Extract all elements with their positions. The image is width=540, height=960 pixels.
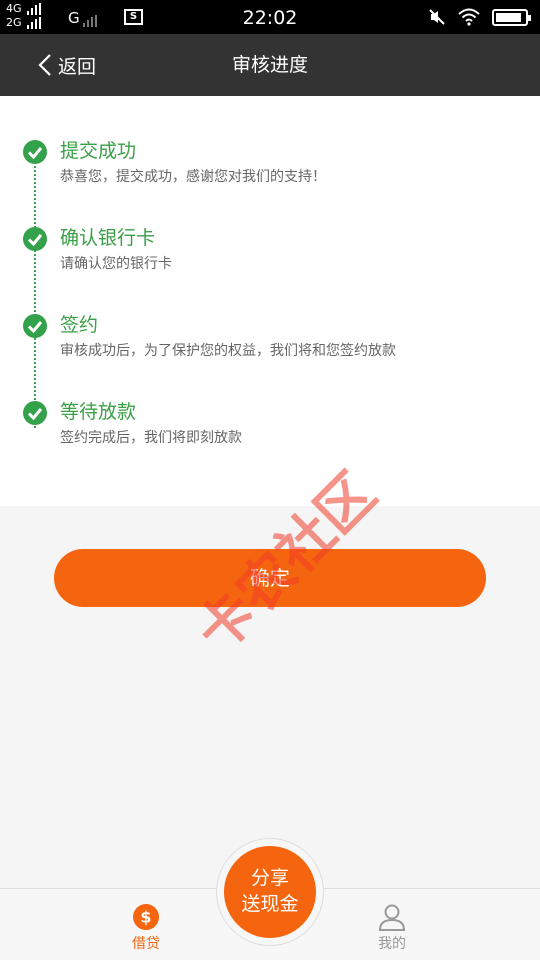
progress-steps: 提交成功 恭喜您，提交成功，感谢您对我们的支持！ 确认银行卡 请确认您的银行卡 … (0, 96, 540, 506)
nav-label-mine: 我的 (378, 936, 406, 952)
back-button[interactable]: 返回 (38, 34, 96, 96)
step-title: 提交成功 (60, 140, 137, 162)
check-icon (23, 227, 47, 251)
chevron-left-icon (38, 54, 51, 76)
status-bar: 4G 2G G S 22:02 (0, 0, 540, 34)
step-title: 确认银行卡 (60, 227, 156, 249)
confirm-button[interactable]: 确定 (54, 549, 486, 607)
nav-item-loans[interactable]: $ 借贷 (86, 889, 206, 960)
timeline-line (34, 166, 36, 428)
step-desc: 请确认您的银行卡 (60, 256, 172, 272)
back-label: 返回 (58, 55, 97, 78)
check-icon (23, 140, 47, 164)
share-label-line1: 分享 (250, 867, 289, 889)
nav-label-loans: 借贷 (132, 936, 160, 952)
user-icon (378, 904, 406, 931)
wifi-icon (458, 8, 480, 26)
check-icon (23, 314, 47, 338)
step-desc: 签约完成后，我们将即刻放款 (60, 430, 242, 446)
dollar-icon: $ (133, 904, 159, 930)
step-title: 等待放款 (60, 401, 137, 423)
share-cash-button[interactable]: 分享 送现金 (224, 846, 316, 938)
nav-item-mine[interactable]: 我的 (332, 889, 452, 960)
step-title: 签约 (60, 314, 99, 336)
battery-icon (492, 8, 531, 26)
title-bar: 返回 审核进度 (0, 34, 540, 96)
mute-icon (429, 9, 445, 25)
step-desc: 审核成功后，为了保护您的权益，我们将和您签约放款 (60, 343, 396, 359)
share-label-line2: 送现金 (241, 893, 299, 915)
check-icon (23, 401, 47, 425)
dollar-icon-text: $ (140, 908, 151, 927)
step-desc: 恭喜您，提交成功，感谢您对我们的支持！ (60, 169, 326, 185)
